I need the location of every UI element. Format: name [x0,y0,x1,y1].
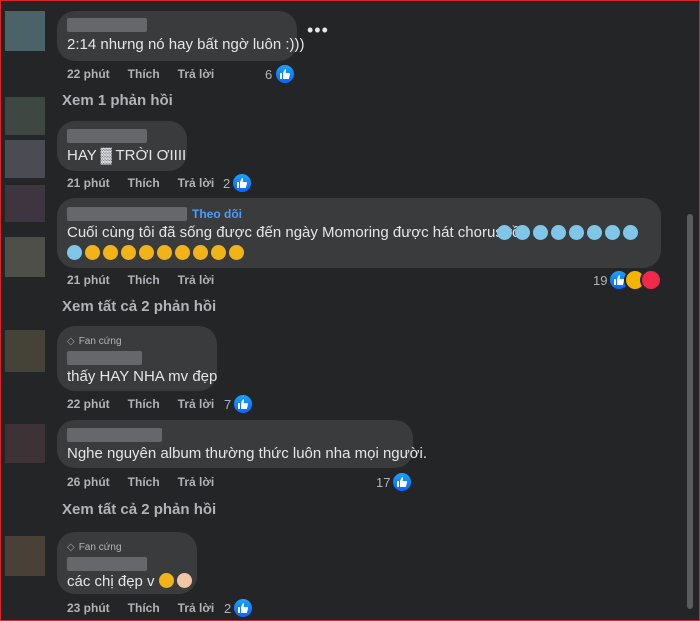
view-all-replies-link[interactable]: Xem tất cả 2 phản hồi [62,501,216,518]
reaction-count[interactable]: 2 [224,601,231,616]
more-options-icon[interactable]: ••• [307,20,329,41]
like-reaction-icon [232,597,254,619]
comment-time: 22 phút [67,397,110,411]
comment-text: HAY ▓ TRỜI ƠIIII [67,147,187,164]
scream-emoji-icon [569,225,584,240]
emoji-row [497,225,641,243]
heart-eyes-emoji-icon [157,245,172,260]
like-button[interactable]: Thích [128,176,160,190]
comment-time: 21 phút [67,176,110,190]
comment-bubble: 2:14 nhưng nó hay bất ngờ luôn :))) [57,11,305,61]
reaction-count[interactable]: 6 [265,67,272,82]
fan-badge: ◇ Fan cứng [67,542,122,553]
badge-label: Fan cứng [78,336,122,347]
heart-eyes-emoji-icon [103,245,118,260]
avatar[interactable] [5,237,45,277]
comment-text: thấy HAY NHA mv đẹp [67,368,218,385]
comment-actions: 21 phút Thích Trả lời [67,273,232,287]
comment-bubble: HAY ▓ TRỜI ƠIIII [57,121,187,171]
heart-eyes-emoji-icon [139,245,154,260]
scream-emoji-icon [497,225,512,240]
reaction-count[interactable]: 17 [376,475,390,490]
avatar[interactable] [5,11,45,51]
view-all-replies-link[interactable]: Xem tất cả 2 phản hồi [62,298,216,315]
like-button[interactable]: Thích [128,397,160,411]
comment-bubble: ◇ Fan cứng thấy HAY NHA mv đẹp [57,326,217,391]
commenter-name[interactable] [67,351,142,365]
comment-text: các chị đẹp v [67,573,195,590]
like-reaction-icon [274,63,296,85]
avatar[interactable] [5,97,45,135]
scream-emoji-icon [623,225,638,240]
comment-panel: 2:14 nhưng nó hay bất ngờ luôn :))) ••• … [0,0,700,621]
heart-hands-emoji-icon [176,573,192,588]
reply-button[interactable]: Trả lời [178,601,215,615]
like-button[interactable]: Thích [128,601,160,615]
comment-actions: 22 phút Thích Trả lời [67,67,232,81]
heart-eyes-emoji-icon [211,245,226,260]
heart-eyes-emoji-icon [121,245,136,260]
heart-eyes-emoji-icon [85,245,100,260]
comment-time: 26 phút [67,475,110,489]
reaction-count[interactable]: 19 [593,273,607,288]
like-reaction-icon [232,393,254,415]
comment-time: 23 phút [67,601,110,615]
comment-text: Nghe nguyên album thường thức luôn nha m… [67,445,428,462]
smile-emoji-icon [158,573,174,588]
reaction-count[interactable]: 7 [224,397,231,412]
view-replies-link[interactable]: Xem 1 phản hồi [62,92,173,109]
follow-button[interactable]: Theo dõi [192,207,242,221]
comment-actions: 21 phút Thích Trả lời [67,176,232,190]
comment-actions: 22 phút Thích Trả lời [67,397,232,411]
commenter-name[interactable] [67,428,162,442]
commenter-name[interactable] [67,207,187,221]
emoji-row [67,245,247,263]
comment-bubble: Nghe nguyên album thường thức luôn nha m… [57,420,427,468]
scream-emoji-icon [587,225,602,240]
like-button[interactable]: Thích [128,273,160,287]
comment-actions: 26 phút Thích Trả lời [67,475,232,489]
reply-button[interactable]: Trả lời [178,397,215,411]
diamond-icon: ◇ [67,542,75,553]
scrollbar[interactable] [687,214,693,609]
comment-text: 2:14 nhưng nó hay bất ngờ luôn :))) [67,36,305,53]
like-button[interactable]: Thích [128,67,160,81]
commenter-name[interactable] [67,129,147,143]
comment-actions: 23 phút Thích Trả lời [67,601,232,615]
scream-emoji-icon [533,225,548,240]
heart-eyes-emoji-icon [229,245,244,260]
reply-button[interactable]: Trả lời [178,176,215,190]
comment-time: 21 phút [67,273,110,287]
scream-emoji-icon [605,225,620,240]
commenter-name[interactable] [67,557,147,571]
like-reaction-icon [231,172,253,194]
comment-bubble: Theo dõi Cuối cùng tôi đã sống được đến … [57,198,661,268]
love-reaction-icon [640,269,662,291]
avatar[interactable] [5,330,45,372]
comments-list: 2:14 nhưng nó hay bất ngờ luôn :))) ••• … [5,4,694,619]
avatar[interactable] [5,185,45,222]
commenter-name[interactable] [67,18,147,32]
avatar[interactable] [5,424,45,463]
comment-time: 22 phút [67,67,110,81]
scream-emoji-icon [67,245,82,260]
heart-eyes-emoji-icon [193,245,208,260]
avatar[interactable] [5,536,45,576]
reply-button[interactable]: Trả lời [178,67,215,81]
reply-button[interactable]: Trả lời [178,475,215,489]
scream-emoji-icon [515,225,530,240]
heart-eyes-emoji-icon [175,245,190,260]
avatar[interactable] [5,140,45,178]
reaction-count[interactable]: 2 [223,176,230,191]
like-reaction-icon [391,471,413,493]
comment-text: Cuối cùng tôi đã sống được đến ngày Momo… [67,224,524,241]
fan-badge: ◇ Fan cứng [67,336,122,347]
reply-button[interactable]: Trả lời [178,273,215,287]
like-button[interactable]: Thích [128,475,160,489]
diamond-icon: ◇ [67,336,75,347]
scream-emoji-icon [551,225,566,240]
comment-bubble: ◇ Fan cứng các chị đẹp v [57,532,197,594]
badge-label: Fan cứng [78,542,122,553]
